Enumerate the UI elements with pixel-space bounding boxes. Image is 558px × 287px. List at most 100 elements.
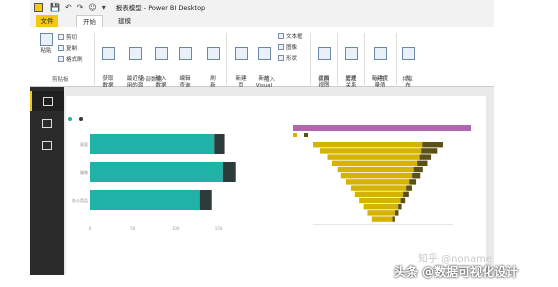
category-label: 服装	[80, 169, 88, 175]
report-view-button[interactable]	[30, 91, 64, 111]
ribbon-tabs: 文件 开始 建模	[30, 14, 494, 27]
tab-home[interactable]: 开始	[76, 15, 103, 27]
image-icon	[278, 44, 284, 50]
category-label: 家居	[80, 141, 88, 147]
chart-icon	[257, 47, 271, 60]
brush-icon	[58, 56, 64, 62]
publish-icon	[401, 47, 415, 60]
funnel-bar-secondary	[419, 154, 432, 160]
power-bi-icon	[34, 2, 43, 12]
page-view-icon	[317, 47, 331, 60]
toutiao-watermark: 头条 @数据可视化设计	[394, 265, 519, 279]
funnel-chart	[313, 142, 453, 225]
stacked-bar-visual[interactable]: 家居 服装 办公用品 0 50 100 150	[68, 108, 258, 238]
recent-sources-icon	[128, 47, 142, 60]
funnel-bar	[363, 204, 399, 210]
group-insert: 插入	[264, 77, 276, 83]
funnel-bar-secondary	[422, 142, 443, 148]
group-view: 视图	[318, 77, 330, 83]
category-label: 办公用品	[72, 197, 88, 203]
x-tick-label: 50	[130, 226, 136, 231]
funnel-bar-secondary	[398, 204, 402, 210]
cut-button[interactable]: 剪切	[58, 33, 77, 41]
text-box-button[interactable]: 文本框	[278, 32, 303, 40]
paste-button[interactable]: 粘贴	[38, 33, 54, 55]
redo-icon[interactable]: ↷	[77, 3, 84, 12]
funnel-bar	[327, 154, 420, 160]
funnel-bar-secondary	[400, 197, 406, 204]
copy-label: 复制	[66, 46, 78, 52]
text-box-label: 文本框	[286, 34, 303, 40]
bar-segment	[90, 190, 200, 210]
funnel-bar-secondary	[406, 185, 412, 191]
funnel-bar-secondary	[403, 191, 409, 197]
tab-file[interactable]: 文件	[36, 15, 58, 27]
undo-icon[interactable]: ↶	[65, 3, 72, 12]
funnel-bar	[371, 216, 393, 222]
title-bar: 💾 ↶ ↷ ☺ ▾ 报表模型 - Power BI Desktop	[30, 0, 494, 14]
grid-icon	[42, 118, 52, 128]
relationships-icon	[344, 47, 358, 60]
table-icon	[154, 47, 168, 60]
relationships-view-button[interactable]	[30, 135, 64, 155]
database-icon	[101, 47, 115, 60]
funnel-bar-secondary	[412, 173, 421, 179]
x-tick-label: 0	[89, 226, 92, 231]
bar-segment	[90, 162, 223, 182]
divider	[94, 33, 95, 85]
shapes-button[interactable]: 形状	[278, 54, 297, 62]
group-clipboard: 剪贴板	[52, 77, 69, 83]
funnel-bar-secondary	[392, 216, 395, 222]
funnel-bar	[350, 185, 407, 191]
data-view-button[interactable]	[30, 113, 64, 133]
tab-modeling[interactable]: 建模	[112, 15, 137, 27]
funnel-bar-secondary	[395, 210, 399, 216]
group-share: 共享	[402, 77, 414, 83]
image-label: 图像	[286, 45, 298, 51]
funnel-bar	[354, 191, 404, 197]
quick-access-toolbar: 💾 ↶ ↷ ☺ ▾	[50, 3, 106, 12]
funnel-bar	[337, 166, 414, 173]
bar-segment	[214, 134, 225, 154]
funnel-bar	[345, 179, 410, 185]
x-tick-label: 150	[215, 226, 223, 231]
funnel-bar-secondary	[413, 166, 423, 173]
shapes-icon	[278, 55, 284, 61]
funnel-bar-secondary	[409, 179, 417, 185]
text-box-icon	[278, 33, 284, 39]
divider	[364, 33, 365, 85]
funnel-bar	[313, 142, 423, 148]
view-switcher	[30, 87, 64, 275]
bar-chart: 家居服装办公用品 0 50 100 150	[72, 134, 236, 231]
bar-chart-icon	[43, 96, 53, 106]
copy-icon	[58, 45, 64, 51]
format-painter-button[interactable]: 格式刷	[58, 55, 83, 63]
cut-label: 剪切	[66, 35, 78, 41]
divider	[226, 33, 227, 85]
refresh-icon	[206, 47, 220, 60]
funnel-bar	[331, 160, 418, 166]
scissors-icon	[58, 34, 64, 40]
funnel-visual[interactable]	[293, 120, 471, 240]
funnel-bar	[340, 173, 413, 179]
copy-button[interactable]: 复制	[58, 44, 77, 52]
relationships-icon	[42, 140, 52, 150]
ribbon: 粘贴 剪切 复制 格式刷 剪贴板 获取 数据 最近使 用的源 输入 数据 编辑 …	[30, 27, 494, 89]
group-calculations: 计算	[374, 77, 386, 83]
window-title: 报表模型 - Power BI Desktop	[115, 4, 206, 12]
dropdown-icon[interactable]: ▾	[102, 3, 106, 12]
save-icon[interactable]: 💾	[50, 3, 60, 12]
smiley-icon[interactable]: ☺	[88, 3, 96, 12]
group-external-data: 外部数据	[140, 77, 163, 83]
clipboard-icon	[39, 33, 53, 46]
image-button[interactable]: 图像	[278, 43, 297, 51]
divider	[396, 33, 397, 85]
shapes-label: 形状	[286, 56, 298, 62]
funnel-bar-secondary	[417, 160, 428, 166]
new-page-icon	[234, 47, 248, 60]
calculator-icon	[373, 47, 387, 60]
divider	[337, 33, 338, 85]
divider	[310, 33, 311, 85]
bar-segment	[222, 162, 236, 182]
funnel-bar	[359, 197, 401, 204]
